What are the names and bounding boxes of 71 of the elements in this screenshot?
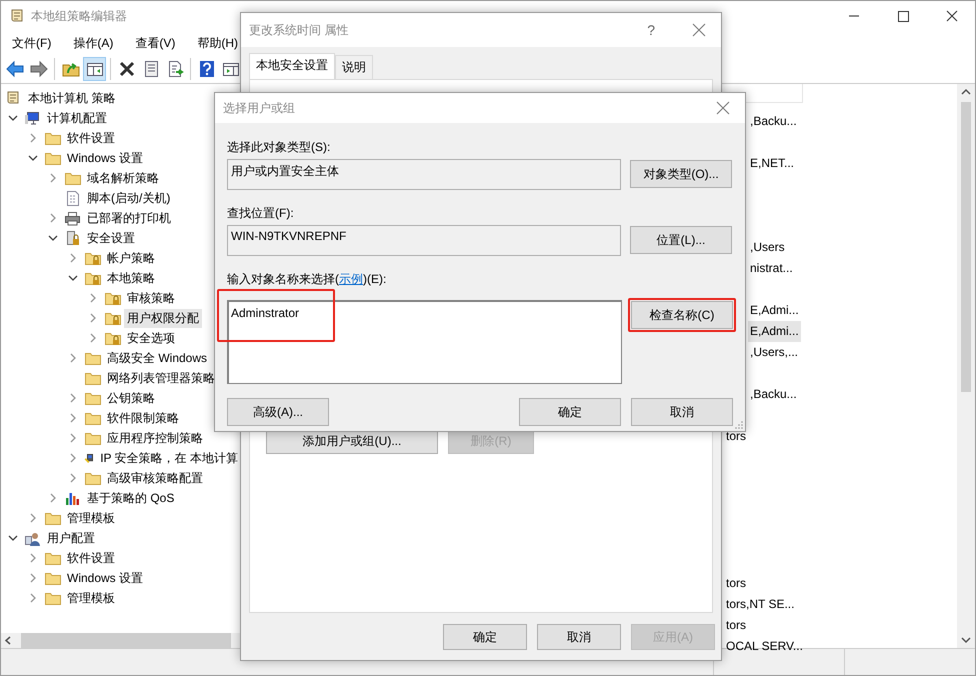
tree-item[interactable]: 软件设置 bbox=[64, 128, 118, 148]
tree-item[interactable]: IP 安全策略，在 本地计算 bbox=[97, 448, 241, 468]
tab[interactable]: 说明 bbox=[335, 55, 373, 79]
dialog-button[interactable]: 取消 bbox=[631, 398, 733, 426]
list-cell[interactable]: ,Users,... bbox=[748, 342, 800, 363]
tree-item[interactable]: 安全选项 bbox=[124, 328, 178, 348]
tree-item[interactable]: 审核策略 bbox=[124, 288, 178, 308]
list-cell[interactable]: nistrat... bbox=[748, 258, 795, 279]
list-cell[interactable]: E,NET... bbox=[748, 153, 796, 174]
scrollbar-thumb[interactable] bbox=[21, 633, 231, 648]
example-link[interactable]: 示例 bbox=[339, 272, 363, 286]
tree-item[interactable]: 帐户策略 bbox=[104, 248, 158, 268]
list-cell[interactable]: tors bbox=[724, 573, 748, 594]
tab[interactable]: 本地安全设置 bbox=[249, 53, 335, 79]
printer-icon bbox=[64, 210, 81, 226]
tree-item[interactable]: 安全设置 bbox=[84, 228, 138, 248]
dialog-title: 选择用户或组 bbox=[223, 100, 296, 116]
check-names-button[interactable]: 检查名称(C) bbox=[631, 301, 733, 329]
dialog-button[interactable]: 高级(A)... bbox=[227, 398, 329, 426]
tree-item[interactable]: 高级安全 Windows bbox=[104, 348, 210, 368]
tree-item[interactable]: 软件限制策略 bbox=[104, 408, 182, 428]
tree-item[interactable]: 用户权限分配 bbox=[124, 308, 202, 328]
tree-item[interactable]: 高级审核策略配置 bbox=[104, 468, 206, 488]
list-cell[interactable]: tors,NT SE... bbox=[724, 594, 796, 615]
resize-grip-icon bbox=[735, 421, 743, 429]
tree-item[interactable]: 本地计算机 策略 bbox=[25, 88, 118, 108]
dialog-button[interactable]: 确定 bbox=[443, 624, 527, 650]
field-label: 选择此对象类型(S): bbox=[227, 139, 332, 156]
tree-item[interactable]: 公钥策略 bbox=[104, 388, 158, 408]
tree-item[interactable]: Windows 设置 bbox=[64, 568, 146, 588]
dialog-button[interactable]: 取消 bbox=[537, 624, 621, 650]
tree-item[interactable]: 管理模板 bbox=[64, 508, 118, 528]
dialog-button[interactable]: 确定 bbox=[519, 398, 621, 426]
tree-item[interactable]: Windows 设置 bbox=[64, 148, 146, 168]
scroll-icon bbox=[9, 8, 25, 24]
dialog-button[interactable]: 位置(L)... bbox=[630, 226, 732, 254]
list-cell[interactable]: E,Admi... bbox=[748, 300, 801, 321]
scrollbar-thumb[interactable] bbox=[961, 102, 971, 392]
tree-item[interactable]: 软件设置 bbox=[64, 548, 118, 568]
readonly-field: WIN-N9TKVNREPNF bbox=[227, 225, 621, 256]
window-title: 本地组策略编辑器 bbox=[31, 8, 128, 24]
list-cell[interactable]: E,Admi... bbox=[748, 321, 801, 342]
tree-pane-icon[interactable] bbox=[83, 57, 106, 81]
tree-item[interactable]: 域名解析策略 bbox=[84, 168, 162, 188]
menu-item[interactable]: 查看(V) bbox=[128, 34, 182, 52]
menu-item[interactable]: 操作(A) bbox=[66, 34, 120, 52]
tree-item[interactable]: 本地策略 bbox=[104, 268, 158, 288]
readonly-field: 用户或内置安全主体 bbox=[227, 159, 621, 190]
tree-item[interactable]: 基于策略的 QoS bbox=[84, 488, 178, 508]
tree-item[interactable]: 管理模板 bbox=[64, 588, 118, 608]
dialog-button[interactable]: 对象类型(O)... bbox=[630, 160, 732, 188]
list-cell[interactable]: ,Backu... bbox=[748, 384, 799, 405]
help-button[interactable]: ? bbox=[647, 22, 655, 38]
name-input-field[interactable]: Adminstrator bbox=[227, 300, 622, 384]
list-cell[interactable]: ,Users bbox=[748, 237, 787, 258]
dialog-title: 更改系统时间 属性 bbox=[249, 22, 350, 38]
field-label: 输入对象名称来选择(示例)(E): bbox=[227, 271, 388, 288]
tree-item[interactable]: 脚本(启动/关机) bbox=[84, 188, 174, 208]
script-icon bbox=[64, 190, 81, 206]
list-cell[interactable]: OCAL SERV... bbox=[724, 636, 805, 657]
list-cell[interactable]: ,Backu... bbox=[748, 111, 799, 132]
field-label: 查找位置(F): bbox=[227, 205, 295, 222]
tree-item[interactable]: 网络列表管理器策略 bbox=[104, 368, 218, 388]
tree-item[interactable]: 计算机配置 bbox=[44, 108, 110, 128]
computer-icon bbox=[24, 110, 41, 126]
tree-item[interactable]: 已部署的打印机 bbox=[84, 208, 174, 228]
tree-item[interactable]: 用户配置 bbox=[44, 528, 98, 548]
menu-item[interactable]: 文件(F) bbox=[5, 34, 58, 52]
list-cell[interactable]: tors bbox=[724, 615, 748, 636]
server-lock-icon bbox=[64, 230, 81, 246]
tree-item[interactable]: 应用程序控制策略 bbox=[104, 428, 206, 448]
